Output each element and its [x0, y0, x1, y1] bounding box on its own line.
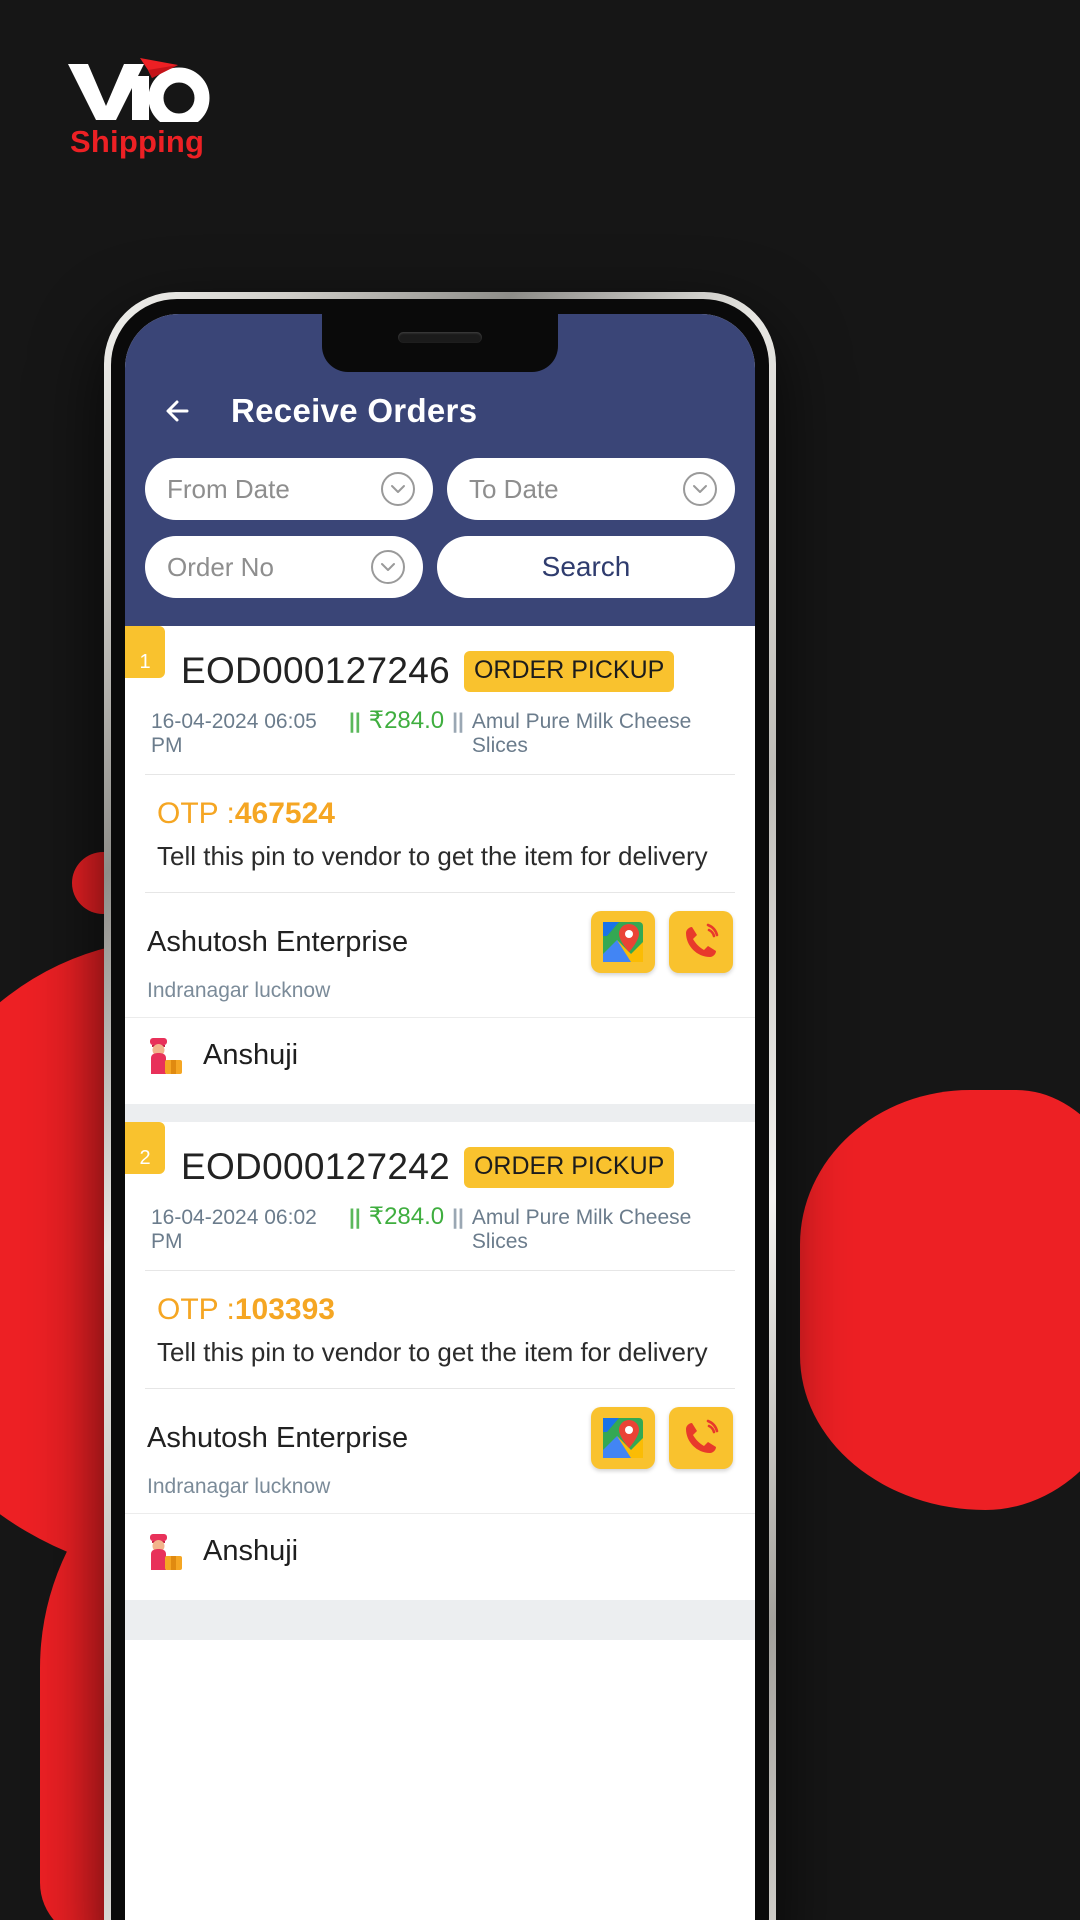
- phone-call-icon[interactable]: [669, 1407, 733, 1469]
- meta-separator: ||: [452, 710, 464, 733]
- order-datetime: 16-04-2024 06:02 PM: [151, 1206, 317, 1253]
- otp-hint: Tell this pin to vendor to get the item …: [157, 1337, 708, 1367]
- delivery-person-icon: [147, 1530, 189, 1572]
- vendor-address: Indranagar lucknow: [147, 1475, 331, 1498]
- person-row: Anshuji: [125, 1017, 755, 1098]
- otp-hint: Tell this pin to vendor to get the item …: [157, 841, 708, 871]
- order-header: EOD000127246 ORDER PICKUP: [125, 626, 755, 692]
- phone-call-icon[interactable]: [669, 911, 733, 973]
- otp-value: 467524: [234, 797, 335, 830]
- status-badge: ORDER PICKUP: [463, 1146, 675, 1188]
- order-amount: ₹284.0: [368, 1203, 445, 1230]
- order-card[interactable]: 2 EOD000127242 ORDER PICKUP 16-04-2024 0…: [125, 1122, 755, 1600]
- vendor-name: Ashutosh Enterprise: [147, 925, 409, 958]
- order-card[interactable]: 1 EOD000127246 ORDER PICKUP 16-04-2024 0…: [125, 626, 755, 1104]
- meta-separator: ||: [452, 1206, 464, 1229]
- order-number: EOD000127246: [181, 650, 450, 691]
- otp-line: OTP :467524: [157, 797, 735, 831]
- vendor-actions: [591, 1407, 733, 1469]
- order-search-row: Order No Search: [145, 536, 735, 598]
- search-button[interactable]: Search: [437, 536, 735, 598]
- meta-separator: ||: [349, 1206, 361, 1229]
- from-date-placeholder: From Date: [167, 473, 290, 504]
- otp-line: OTP :103393: [157, 1293, 735, 1327]
- vendor-block: Ashutosh Enterprise: [125, 893, 755, 973]
- vendor-block: Ashutosh Enterprise: [125, 1389, 755, 1469]
- date-filter-row: From Date To Date: [145, 458, 735, 520]
- google-maps-icon[interactable]: [591, 1407, 655, 1469]
- vio-wordmark-icon: [66, 56, 216, 122]
- order-header: EOD000127242 ORDER PICKUP: [125, 1122, 755, 1188]
- to-date-input[interactable]: To Date: [447, 458, 735, 520]
- otp-label: OTP: [157, 797, 219, 830]
- vendor-name: Ashutosh Enterprise: [147, 1421, 409, 1454]
- google-maps-icon[interactable]: [591, 911, 655, 973]
- order-meta: 16-04-2024 06:02 PM || ₹284.0 || Amul Pu…: [125, 1188, 755, 1270]
- person-name: Anshuji: [203, 1038, 299, 1071]
- otp-label: OTP: [157, 1293, 219, 1326]
- person-row: Anshuji: [125, 1513, 755, 1594]
- from-date-input[interactable]: From Date: [145, 458, 433, 520]
- brand-tagline: Shipping: [70, 124, 205, 159]
- delivery-person-icon: [147, 1034, 189, 1076]
- page-title: Receive Orders: [231, 392, 478, 429]
- order-meta: 16-04-2024 06:05 PM || ₹284.0 || Amul Pu…: [125, 692, 755, 774]
- app-screen: Receive Orders From Date To Date Order N…: [125, 314, 755, 1920]
- order-datetime: 16-04-2024 06:05 PM: [151, 710, 317, 757]
- order-number: EOD000127242: [181, 1146, 450, 1187]
- vendor-actions: [591, 911, 733, 973]
- otp-value: 103393: [234, 1293, 335, 1326]
- phone-notch: [322, 314, 558, 372]
- order-amount: ₹284.0: [368, 707, 445, 734]
- meta-separator: ||: [349, 710, 361, 733]
- vendor-address: Indranagar lucknow: [147, 979, 331, 1002]
- arrow-left-icon[interactable]: [157, 390, 199, 432]
- otp-block: OTP :467524 Tell this pin to vendor to g…: [125, 775, 755, 892]
- earpiece-speaker-icon: [398, 332, 482, 343]
- filter-panel: From Date To Date Order No Search: [125, 458, 755, 626]
- order-no-placeholder: Order No: [167, 551, 274, 582]
- otp-colon: :: [226, 1293, 235, 1326]
- order-index-badge: 1: [125, 626, 165, 678]
- person-name: Anshuji: [203, 1534, 299, 1567]
- order-list: 1 EOD000127246 ORDER PICKUP 16-04-2024 0…: [125, 626, 755, 1640]
- chevron-down-circle-icon[interactable]: [683, 472, 717, 506]
- phone-bezel: Receive Orders From Date To Date Order N…: [111, 299, 769, 1920]
- otp-colon: :: [226, 797, 235, 830]
- order-item: Amul Pure Milk Cheese Slices: [471, 710, 692, 757]
- order-index-badge: 2: [125, 1122, 165, 1174]
- order-no-input[interactable]: Order No: [145, 536, 423, 598]
- brand-logo: Shipping: [66, 56, 216, 160]
- to-date-placeholder: To Date: [469, 473, 559, 504]
- status-badge: ORDER PICKUP: [463, 650, 675, 692]
- otp-block: OTP :103393 Tell this pin to vendor to g…: [125, 1271, 755, 1388]
- red-blob-right: [800, 1090, 1080, 1510]
- phone-mockup: Receive Orders From Date To Date Order N…: [104, 292, 776, 1920]
- chevron-down-circle-icon[interactable]: [381, 472, 415, 506]
- order-item: Amul Pure Milk Cheese Slices: [471, 1206, 692, 1253]
- chevron-down-circle-icon[interactable]: [371, 550, 405, 584]
